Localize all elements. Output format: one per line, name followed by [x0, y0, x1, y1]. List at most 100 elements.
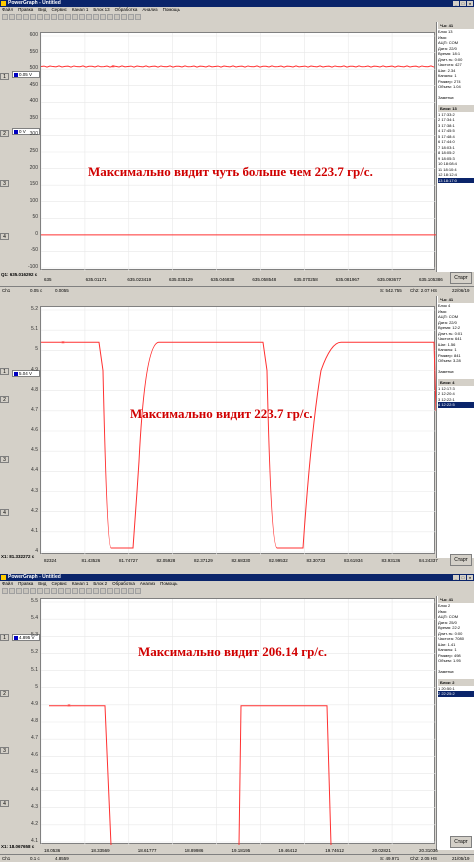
- toolbar-button-icon[interactable]: [128, 14, 134, 20]
- toolbar-button-icon[interactable]: [100, 14, 106, 20]
- toolbar-button-icon[interactable]: [72, 588, 78, 594]
- toolbar-button-icon[interactable]: [30, 588, 36, 594]
- toolbar-button-icon[interactable]: [65, 588, 71, 594]
- toolbar-button-icon[interactable]: [135, 588, 141, 594]
- y-tick-label: 5: [35, 683, 38, 690]
- start-button[interactable]: Старт: [450, 272, 472, 284]
- toolbar-button-icon[interactable]: [114, 14, 120, 20]
- channel-marker-3[interactable]: 3: [0, 456, 9, 463]
- minimize-icon[interactable]: _: [453, 1, 459, 6]
- toolbar-button-icon[interactable]: [16, 588, 22, 594]
- y-tick-label: 5.2: [31, 306, 38, 312]
- toolbar-button-icon[interactable]: [2, 14, 8, 20]
- channel-marker-2[interactable]: 2: [0, 690, 9, 697]
- toolbar-button-icon[interactable]: [44, 588, 50, 594]
- toolbar-button-icon[interactable]: [93, 588, 99, 594]
- toolbar-button-icon[interactable]: [86, 588, 92, 594]
- cursor-marker: ×: [111, 64, 115, 70]
- toolbar-button-icon[interactable]: [37, 588, 43, 594]
- channel-marker-4[interactable]: 4: [0, 233, 9, 240]
- toolbar-button-icon[interactable]: [23, 14, 29, 20]
- channel-selector[interactable]: Ч-к: 41: [438, 296, 474, 303]
- toolbar-button-icon[interactable]: [30, 14, 36, 20]
- channel-selector[interactable]: Ч-к: 41: [438, 22, 474, 29]
- x-tick-label: 635.105386: [419, 277, 443, 282]
- block-list-item[interactable]: 4 12:22:5: [438, 402, 474, 408]
- block-selector[interactable]: Блок: 13: [438, 104, 474, 112]
- channel-marker-3[interactable]: 3: [0, 747, 9, 754]
- toolbar-button-icon[interactable]: [65, 14, 71, 20]
- x-tick-label: 81.74727: [119, 558, 138, 563]
- plot-area[interactable]: ×: [40, 32, 436, 271]
- toolbar-button-icon[interactable]: [114, 588, 120, 594]
- x-tick-label: 635.01171: [85, 277, 107, 282]
- status-date: 21/05/19: [452, 856, 470, 861]
- maximize-icon[interactable]: □: [460, 1, 466, 6]
- info-field: Заметки:: [438, 669, 455, 674]
- x-axis-ticks: 635 635.01171 635.023419 635.035129 635.0468…: [44, 277, 443, 285]
- toolbar-button-icon[interactable]: [79, 588, 85, 594]
- info-sidebar: Ч-к: 41 Блок 4 Имя: АЦП: COM Дата: 22/0 Время…: [436, 296, 474, 558]
- start-button[interactable]: Старт: [450, 836, 472, 848]
- plot-area[interactable]: ×: [40, 598, 436, 845]
- toolbar-button-icon[interactable]: [107, 14, 113, 20]
- close-icon[interactable]: ×: [467, 1, 473, 6]
- block-selector[interactable]: Блок: 2: [438, 678, 474, 686]
- toolbar-button-icon[interactable]: [58, 588, 64, 594]
- toolbar-button-icon[interactable]: [9, 588, 15, 594]
- channel-selector[interactable]: Ч-к: 41: [438, 596, 474, 603]
- toolbar-button-icon[interactable]: [121, 588, 127, 594]
- y-tick-label: 4.8: [31, 386, 38, 393]
- toolbar-button-icon[interactable]: [23, 588, 29, 594]
- block-list-item[interactable]: 2 22:25:2: [438, 691, 474, 697]
- channel-marker-1[interactable]: 1: [0, 368, 9, 375]
- channel-marker-4[interactable]: 4: [0, 509, 9, 516]
- toolbar-button-icon[interactable]: [51, 588, 57, 594]
- y-axis-ticks: 600 550 500 450 400 350 300 250 200 150 100 50 0 -50-…: [9, 32, 40, 270]
- toolbar-button-icon[interactable]: [16, 14, 22, 20]
- x-cursor-readout: Q1: 635.016292 c: [1, 272, 38, 277]
- y-tick-label: 350: [29, 114, 38, 121]
- channel-marker-3[interactable]: 3: [0, 180, 9, 187]
- toolbar-button-icon[interactable]: [72, 14, 78, 20]
- channel-marker-4[interactable]: 4: [0, 800, 9, 807]
- toolbar-button-icon[interactable]: [58, 14, 64, 20]
- maximize-icon[interactable]: □: [460, 575, 466, 580]
- channel-marker-2[interactable]: 2: [0, 130, 9, 137]
- start-button[interactable]: Старт: [450, 554, 472, 566]
- x-tick-label: 83.93136: [381, 558, 401, 563]
- y-tick-label: 4.6: [31, 752, 38, 759]
- plot-area[interactable]: ×: [40, 306, 436, 555]
- toolbar-button-icon[interactable]: [37, 14, 43, 20]
- status-a: 0.05 c: [30, 288, 43, 293]
- status-bar-1: Ch1 0.05 c 0.0055 S: 542.755 Ch2: 2.07 H…: [0, 286, 474, 296]
- block-selector[interactable]: Блок: 4: [438, 378, 474, 386]
- window-title: PowerGraph - Untitled: [8, 0, 61, 6]
- minimize-icon[interactable]: _: [453, 575, 459, 580]
- toolbar-button-icon[interactable]: [9, 14, 15, 20]
- toolbar-button-icon[interactable]: [128, 588, 134, 594]
- plot-svg: ×: [41, 33, 436, 271]
- close-icon[interactable]: ×: [467, 575, 473, 580]
- info-sidebar: Ч-к: 41 Блок 13 Имя: АЦП: COM Дата: 22/0 Врем…: [436, 22, 474, 272]
- toolbar-button-icon[interactable]: [86, 14, 92, 20]
- channel-marker-1[interactable]: 1: [0, 634, 9, 641]
- toolbar-button-icon[interactable]: [2, 588, 8, 594]
- app-icon: [1, 1, 6, 6]
- toolbar-button-icon[interactable]: [107, 588, 113, 594]
- toolbar-button-icon[interactable]: [51, 14, 57, 20]
- block-list-item[interactable]: 13 18:17:0: [438, 177, 474, 183]
- y-tick-label: 100: [29, 197, 38, 204]
- x-tick-label: 19.46412: [278, 848, 298, 853]
- toolbar: [0, 13, 474, 21]
- channel-marker-2[interactable]: 2: [0, 396, 9, 403]
- status-b: 0.0055: [55, 288, 69, 293]
- toolbar-button-icon[interactable]: [79, 14, 85, 20]
- x-tick-label: 19.18195: [231, 848, 251, 853]
- toolbar-button-icon[interactable]: [135, 14, 141, 20]
- toolbar-button-icon[interactable]: [100, 588, 106, 594]
- toolbar-button-icon[interactable]: [121, 14, 127, 20]
- toolbar-button-icon[interactable]: [93, 14, 99, 20]
- toolbar-button-icon[interactable]: [44, 14, 50, 20]
- channel-marker-1[interactable]: 1: [0, 73, 9, 80]
